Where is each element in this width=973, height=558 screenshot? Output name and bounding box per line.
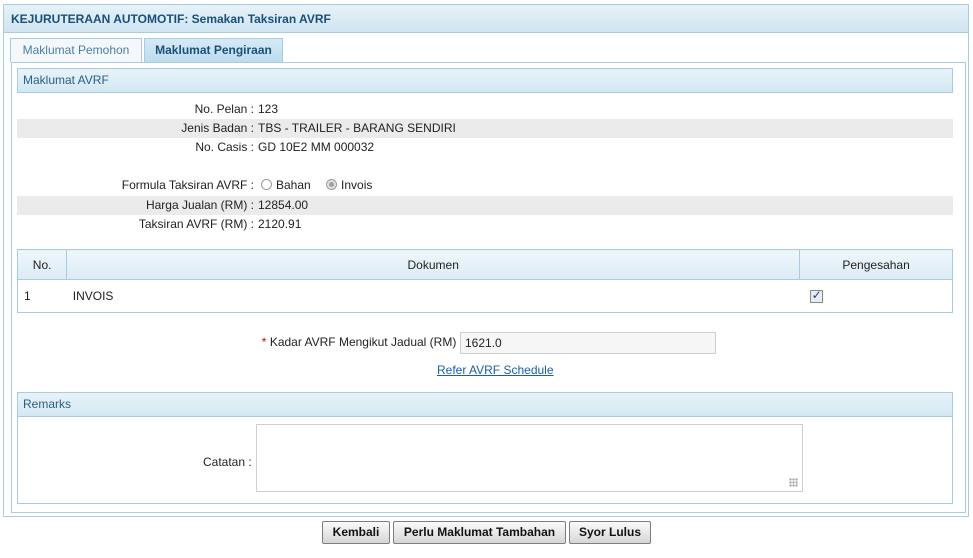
- cell-no: 1: [17, 279, 67, 313]
- radio-button-icon[interactable]: [261, 179, 272, 190]
- radio-bahan[interactable]: Bahan: [261, 178, 311, 192]
- row-no-casis: No. Casis : GD 10E2 MM 000032: [17, 138, 953, 157]
- tab-panel: Maklumat AVRF No. Pelan : 123 Jenis Bada…: [11, 62, 966, 513]
- col-header-pengesahan: Pengesahan: [799, 249, 953, 280]
- jenis-badan-label: Jenis Badan :: [181, 121, 254, 135]
- table-row: 1 INVOIS: [17, 279, 953, 313]
- kadar-avrf-label: * Kadar AVRF Mengikut Jadual (RM) :: [262, 335, 463, 349]
- kadar-avrf-input[interactable]: [460, 332, 716, 354]
- page-title: KEJURUTERAAN AUTOMOTIF: Semakan Taksiran…: [4, 5, 968, 33]
- row-taksiran-avrf: Taksiran AVRF (RM) : 2120.91: [17, 215, 953, 234]
- remarks-section: Remarks Catatan :: [17, 392, 953, 504]
- syor-lulus-button[interactable]: Syor Lulus: [569, 521, 651, 544]
- kadar-avrf-label-text: Kadar AVRF Mengikut Jadual (RM) :: [269, 335, 463, 349]
- resize-grip-icon[interactable]: [789, 478, 798, 487]
- harga-jualan-value: 12854.00: [258, 198, 309, 212]
- harga-jualan-label: Harga Jualan (RM) :: [145, 198, 254, 212]
- no-pelan-label: No. Pelan :: [194, 102, 254, 116]
- perlu-maklumat-tambahan-button[interactable]: Perlu Maklumat Tambahan: [393, 521, 566, 544]
- row-formula: Formula Taksiran AVRF : Bahan Invois: [17, 176, 953, 195]
- refer-avrf-schedule-link[interactable]: Refer AVRF Schedule: [437, 363, 554, 377]
- radio-button-checked-icon[interactable]: [326, 179, 338, 190]
- cell-pengesahan: [799, 279, 953, 313]
- radio-invois-label: Invois: [341, 178, 373, 192]
- taksiran-avrf-label: Taksiran AVRF (RM) :: [138, 217, 254, 231]
- tab-maklumat-pemohon[interactable]: Maklumat Pemohon: [10, 38, 142, 62]
- jenis-badan-value: TBS - TRAILER - BARANG SENDIRI: [258, 121, 456, 135]
- dokumen-table: No. Dokumen Pengesahan 1 INVOIS: [16, 249, 953, 313]
- col-header-no: No.: [16, 249, 68, 280]
- table-header-row: No. Dokumen Pengesahan: [16, 249, 953, 280]
- no-casis-value: GD 10E2 MM 000032: [258, 140, 375, 154]
- catatan-label: Catatan :: [203, 455, 252, 469]
- formula-label: Formula Taksiran AVRF :: [121, 178, 254, 192]
- row-harga-jualan: Harga Jualan (RM) : 12854.00: [17, 196, 953, 215]
- main-window: KEJURUTERAAN AUTOMOTIF: Semakan Taksiran…: [3, 4, 969, 517]
- tab-maklumat-pengiraan[interactable]: Maklumat Pengiraan: [144, 38, 283, 62]
- row-no-pelan: No. Pelan : 123: [17, 100, 953, 119]
- taksiran-avrf-value: 2120.91: [258, 217, 302, 231]
- no-pelan-value: 123: [258, 102, 279, 116]
- section-header-avrf: Maklumat AVRF: [17, 68, 953, 93]
- formula-radio-group: Bahan Invois: [261, 176, 372, 195]
- radio-bahan-label: Bahan: [276, 178, 311, 192]
- col-header-dokumen: Dokumen: [66, 249, 801, 280]
- row-jenis-badan: Jenis Badan : TBS - TRAILER - BARANG SEN…: [17, 119, 953, 138]
- section-header-remarks: Remarks: [17, 392, 953, 417]
- required-marker: *: [261, 335, 267, 349]
- pengesahan-checkbox[interactable]: [809, 288, 823, 304]
- radio-invois[interactable]: Invois: [326, 178, 372, 192]
- cell-dokumen: INVOIS: [66, 279, 800, 313]
- catatan-textarea[interactable]: [256, 424, 803, 492]
- kembali-button[interactable]: Kembali: [322, 521, 390, 544]
- no-casis-label: No. Casis :: [195, 140, 254, 154]
